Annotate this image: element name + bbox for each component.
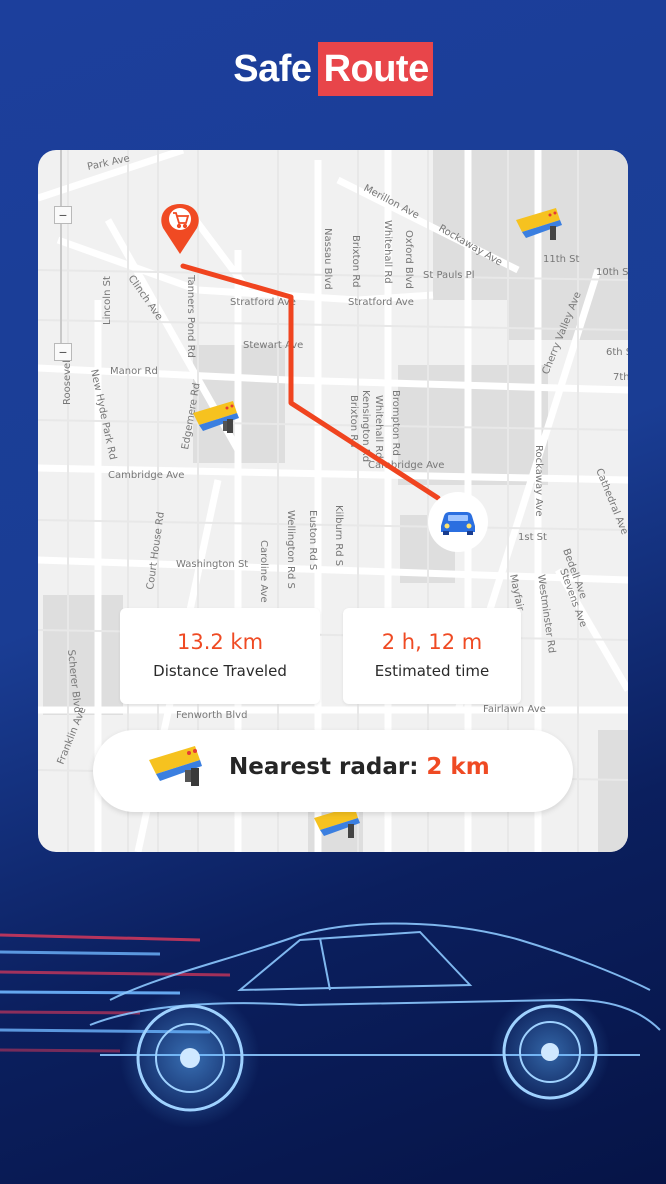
street-label: Fairlawn Ave (483, 704, 546, 715)
distance-label: Distance Traveled (153, 662, 287, 680)
street-label: Euston Rd S (307, 510, 318, 570)
zoom-in-button[interactable]: − (54, 206, 72, 224)
street-label: Whitehall Rd (382, 220, 393, 284)
nearest-radar-label: Nearest radar: (229, 754, 419, 780)
nearest-radar-value: 2 km (426, 754, 490, 780)
car-wireframe-illustration (0, 922, 661, 1128)
street-label: Cambridge Ave (108, 470, 184, 481)
street-label: Oxford Blvd (403, 230, 414, 289)
street-label: New Hyde Park Rd (88, 368, 118, 460)
nearest-radar-banner[interactable]: Nearest radar: 2 km (93, 730, 573, 812)
time-label: Estimated time (374, 662, 490, 680)
street-label: Fenworth Blvd (176, 710, 247, 721)
street-label: Stewart Ave (243, 340, 303, 351)
logo-word-safe: Safe (233, 48, 312, 90)
street-label: Kilburn Rd S (333, 505, 344, 566)
zoom-slider-track[interactable] (60, 150, 62, 356)
street-label: Washington St (176, 559, 248, 570)
start-location-pin[interactable] (161, 204, 199, 254)
street-label: Court House Rd (145, 511, 167, 590)
street-label: Lincoln St (102, 276, 113, 325)
street-label: Rockaway Ave (533, 445, 544, 517)
time-value: 2 h, 12 m (381, 630, 483, 654)
street-label: Caroline Ave (258, 540, 269, 603)
radar-camera-icon (149, 746, 202, 786)
street-label: Nassau Blvd (322, 228, 333, 290)
street-label: Tanners Pond Rd (185, 274, 196, 358)
street-label: Manor Rd (110, 366, 158, 377)
zoom-out-button[interactable]: − (54, 343, 72, 361)
estimated-time-card: 2 h, 12 m Estimated time (343, 608, 521, 704)
street-label: St Pauls Pl (423, 270, 474, 281)
street-label: Brompton Rd (390, 390, 401, 456)
nearest-radar-text: Nearest radar: 2 km (229, 754, 490, 780)
street-label: 10th St (596, 267, 628, 278)
street-label: 1st St (518, 532, 547, 543)
rear-wheel (490, 992, 610, 1112)
app-logo: Safe Route (0, 42, 666, 96)
distance-value: 13.2 km (176, 630, 264, 654)
street-label: Whitehall Rd (373, 395, 384, 459)
distance-card: 13.2 km Distance Traveled (120, 608, 320, 704)
street-label: 6th St (606, 347, 628, 358)
street-label: Stratford Ave (230, 297, 296, 308)
street-label: Brixton Rd (350, 235, 361, 288)
map-card[interactable]: Park Ave Merillon Ave Rockaway Ave White… (38, 150, 628, 852)
logo-word-route: Route (317, 42, 433, 96)
car-location-marker[interactable] (428, 492, 488, 552)
street-label: Stratford Ave (348, 297, 414, 308)
front-wheel (120, 988, 260, 1128)
street-label: 7th St (613, 372, 628, 383)
car-icon (441, 512, 475, 535)
street-label: Wellington Rd S (285, 510, 296, 589)
street-label: 11th St (543, 254, 580, 265)
